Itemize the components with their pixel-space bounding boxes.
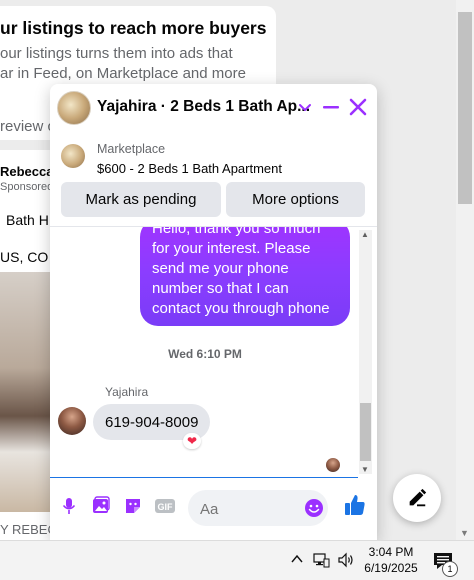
scroll-up-arrow-icon[interactable]: ▲ bbox=[361, 230, 369, 239]
mark-as-pending-button[interactable]: Mark as pending bbox=[61, 182, 221, 217]
post-snippet: US, CO bbox=[0, 249, 49, 265]
post-footer-text: Y REBEC bbox=[0, 522, 57, 537]
sticker-icon[interactable] bbox=[121, 494, 145, 518]
close-icon[interactable] bbox=[347, 96, 369, 118]
windows-taskbar: 3:04 PM 6/19/2025 1 bbox=[0, 540, 474, 580]
taskbar-clock[interactable]: 3:04 PM 6/19/2025 bbox=[364, 544, 418, 576]
network-icon[interactable] bbox=[312, 552, 330, 568]
listing-avatar[interactable] bbox=[57, 91, 91, 125]
message-input[interactable] bbox=[198, 490, 302, 528]
post-author[interactable]: Rebecca bbox=[0, 164, 53, 179]
chevron-down-icon[interactable] bbox=[296, 98, 314, 116]
boost-card-description: our listings turns them into ads that ar… bbox=[0, 44, 262, 84]
boost-card-title: ur listings to reach more buyers bbox=[0, 18, 267, 38]
photo-icon[interactable] bbox=[89, 494, 113, 518]
listing-thumbnail bbox=[61, 144, 85, 168]
page-scrollbar-thumb[interactable] bbox=[458, 12, 472, 204]
post-sponsored-label: Sponsored bbox=[0, 181, 54, 193]
message-input-wrapper[interactable] bbox=[188, 490, 328, 528]
scroll-down-arrow-icon[interactable]: ▼ bbox=[361, 465, 369, 474]
message-list[interactable]: Hello, thank you so much for your intere… bbox=[50, 227, 377, 477]
message-scrollbar[interactable]: ▲ ▼ bbox=[359, 230, 372, 474]
like-icon[interactable] bbox=[342, 492, 368, 518]
message-timestamp: Wed 6:10 PM bbox=[168, 347, 242, 361]
listing-source-label: Marketplace bbox=[97, 142, 166, 156]
post-snippet: Bath H bbox=[6, 212, 49, 228]
clock-date: 6/19/2025 bbox=[364, 561, 418, 575]
chevron-up-icon[interactable] bbox=[290, 552, 304, 566]
review-link[interactable]: review c bbox=[0, 118, 55, 135]
seen-indicator-avatar bbox=[326, 458, 340, 472]
clock-time: 3:04 PM bbox=[368, 545, 414, 559]
sender-name: Yajahira bbox=[105, 385, 149, 399]
sender-avatar[interactable] bbox=[58, 407, 86, 435]
boost-card-desc-line2: ar in Feed, on Marketplace and more bbox=[0, 65, 246, 82]
scroll-down-arrow-icon[interactable]: ▼ bbox=[460, 528, 469, 538]
new-message-button[interactable] bbox=[393, 474, 441, 522]
volume-icon[interactable] bbox=[337, 552, 355, 568]
minimize-icon[interactable] bbox=[320, 96, 342, 118]
chat-window: Yajahira · 2 Beds 1 Bath Ap... Marketpla… bbox=[50, 84, 377, 540]
emoji-icon[interactable] bbox=[304, 498, 324, 518]
outgoing-message-text: Hello, thank you so much for your intere… bbox=[152, 227, 330, 317]
chat-header[interactable]: Yajahira · 2 Beds 1 Bath Ap... bbox=[50, 84, 377, 132]
heart-reaction-icon[interactable]: ❤ bbox=[183, 433, 201, 449]
chat-title[interactable]: Yajahira · 2 Beds 1 Bath Ap... bbox=[97, 98, 310, 116]
microphone-icon[interactable] bbox=[57, 494, 81, 518]
message-scrollbar-thumb[interactable] bbox=[360, 403, 371, 461]
compose-icon bbox=[409, 488, 427, 507]
boost-card-desc-line1: our listings turns them into ads that bbox=[0, 45, 233, 62]
post-photo[interactable] bbox=[0, 272, 50, 512]
outgoing-message[interactable]: Hello, thank you so much for your intere… bbox=[140, 227, 350, 326]
marketplace-listing-info[interactable]: Marketplace $600 - 2 Beds 1 Bath Apartme… bbox=[50, 136, 377, 184]
listing-name[interactable]: $600 - 2 Beds 1 Bath Apartment bbox=[97, 161, 282, 176]
svg-text:GIF: GIF bbox=[158, 502, 174, 512]
message-composer: GIF bbox=[50, 478, 377, 540]
notification-count-badge: 1 bbox=[442, 561, 458, 577]
gif-icon[interactable]: GIF bbox=[153, 494, 177, 518]
page-scrollbar[interactable]: ▼ bbox=[456, 0, 474, 540]
more-options-button[interactable]: More options bbox=[226, 182, 365, 217]
